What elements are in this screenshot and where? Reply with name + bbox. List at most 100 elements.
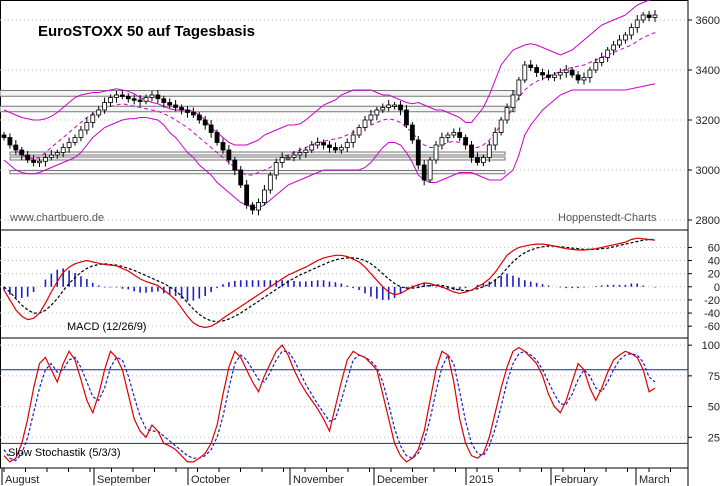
candle-body [84,122,90,131]
candle-body [54,152,60,156]
x-month-label: 2015 [469,474,493,486]
candle-body [445,134,451,138]
macd-tick-label: -40 [704,308,720,320]
macd-label: MACD (12/26/9) [67,321,146,333]
candle-body [392,104,398,107]
candle-body [510,94,516,108]
price-tick-label: 3000 [696,165,720,177]
candle-body [634,19,640,28]
candle-body [338,147,344,151]
stoch-tick-label: 100 [702,340,720,352]
watermark-left: www.chartbuero.de [9,212,104,224]
candle-body [196,114,202,121]
candle-body [646,14,652,18]
background [0,0,723,486]
x-month-label: March [639,474,670,486]
candle-body [587,69,593,78]
candle-body [125,95,131,100]
candle-body [427,159,433,181]
candle-body [451,132,457,136]
candle-body [421,164,427,181]
candle-body [220,142,226,151]
x-month-label: August [5,474,39,486]
candle-body [569,69,575,76]
candle-body [185,109,190,113]
support-resistance-box [9,151,506,156]
candle-body [522,64,528,81]
candle-body [214,132,220,143]
candle-body [457,132,463,138]
candle-body [563,69,569,73]
macd-tick-label: -20 [704,295,720,307]
candle-body [652,14,658,18]
candle-body [25,154,31,161]
candle-body [540,72,545,76]
x-month-label: December [377,474,428,486]
candle-body [256,202,261,211]
macd-tick-label: 0 [714,282,720,294]
x-month-label: September [97,474,151,486]
candle-body [546,74,551,78]
candle-body [605,49,611,58]
candle-body [19,149,25,156]
candle-body [469,144,474,158]
candle-body [7,137,13,146]
candle-body [96,109,102,116]
candle-body [137,99,143,102]
candle-body [581,77,587,81]
candle-body [315,142,321,146]
candle-body [492,132,498,146]
price-tick-label: 2800 [696,215,720,227]
stoch-tick-label: 50 [708,402,720,414]
candle-body [72,137,78,143]
candle-body [628,27,634,36]
candle-body [534,67,540,73]
candle-body [321,142,326,146]
candle-body [232,159,238,171]
stoch-tick-label: 25 [708,432,720,444]
candle-body [78,129,84,138]
candle-body [575,74,581,81]
candle-body [66,142,72,148]
support-resistance-box [0,90,516,97]
candle-body [433,144,439,161]
candle-body [623,34,628,41]
candle-body [617,39,622,46]
candle-body [498,119,504,133]
candle-body [368,114,374,121]
candle-body [516,79,522,96]
candle-body [350,134,356,143]
stoch-tick-label: 75 [708,371,720,383]
candle-body [480,157,486,163]
candle-body [309,144,315,151]
candle-body [504,107,510,121]
candle-body [528,64,534,68]
candle-body [273,162,279,176]
candle-body [173,104,179,108]
candle-body [463,137,469,146]
candle-body [43,157,48,162]
candle-body [593,62,599,71]
watermark-right: Hoppenstedt-Charts [558,212,657,224]
chart-title: EuroSTOXX 50 auf Tagesbasis [38,23,255,40]
x-month-label: November [293,474,344,486]
candle-body [398,104,403,111]
candle-body [439,137,445,146]
candle-body [244,184,250,206]
candle-body [551,74,557,78]
candle-body [31,159,36,163]
candle-body [208,124,214,133]
chart-root: 2800 3000 3200 3400 3600 60 40 20 0 -20 -40 -60 10… [0,0,723,486]
price-tick-label: 3200 [696,115,720,127]
macd-tick-label: 60 [708,242,720,254]
chart-svg: 2800 3000 3200 3400 3600 60 40200-20-40-60 10… [0,0,723,486]
candle-body [415,139,421,166]
candle-body [37,160,42,164]
price-tick-label: 3600 [696,15,720,27]
candle-body [238,169,244,186]
candle-body [90,114,96,123]
macd-tick-label: 20 [708,269,720,281]
candle-body [131,98,137,101]
candle-body [190,112,196,116]
candle-body [149,94,155,98]
